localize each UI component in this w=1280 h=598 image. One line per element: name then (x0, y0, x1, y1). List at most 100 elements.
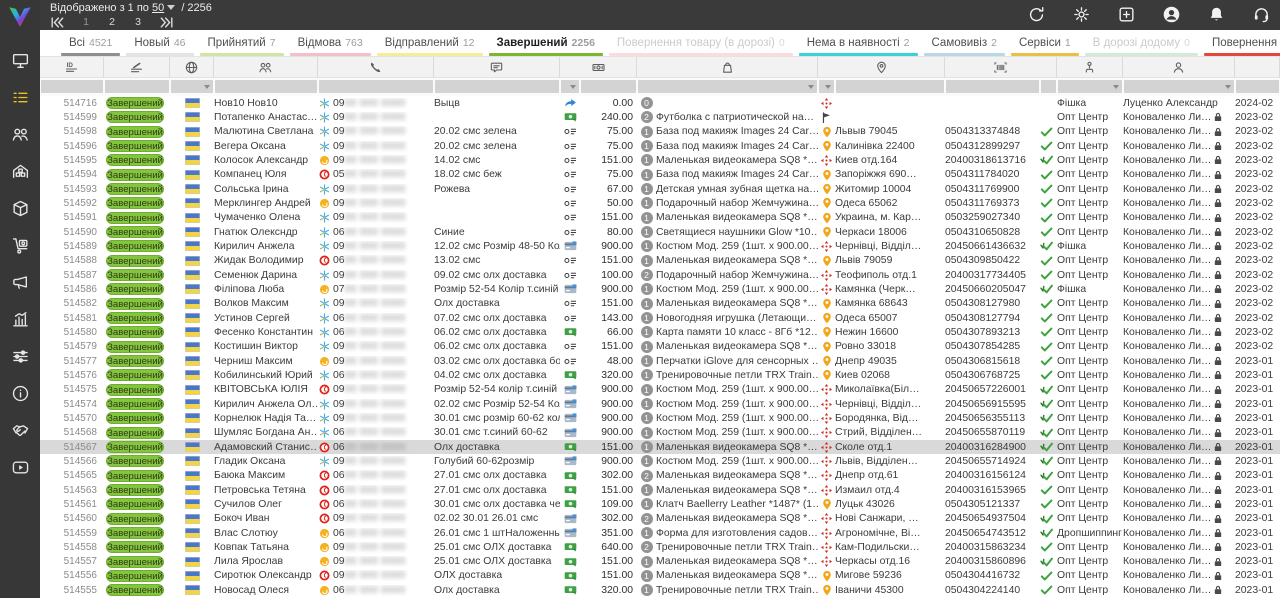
tab-1[interactable]: Новый46 (123, 30, 196, 56)
filter-input-0[interactable] (41, 80, 103, 93)
tab-9[interactable]: Сервіси1 (1008, 30, 1082, 56)
table-row[interactable]: 514567ЗавершенийАдамовский Станис…0600 0… (40, 440, 1280, 454)
pin-icon[interactable] (818, 57, 945, 77)
filter-dropdown-icon[interactable] (1113, 85, 1119, 89)
app-logo-icon[interactable] (7, 5, 33, 34)
table-row[interactable]: 514582ЗавершенийВолков Максим0900 000 00… (40, 297, 1280, 311)
tab-4[interactable]: Відправлений12 (374, 30, 486, 56)
filter-input-6[interactable] (561, 80, 579, 93)
notifications-icon[interactable] (1205, 3, 1227, 25)
table-row[interactable]: 514592ЗавершенийМерклингер Андрей0900 00… (40, 196, 1280, 210)
filter-input-14[interactable] (1124, 80, 1234, 93)
last-page-button[interactable] (160, 17, 174, 28)
table-row[interactable]: 514556ЗавершенийСиротюк Олександр0900 00… (40, 569, 1280, 583)
table-row[interactable]: 514570ЗавершенийКорнелюк Надія Та…0900 0… (40, 411, 1280, 425)
table-row[interactable]: 514561ЗавершенийСучилов Олег0600 000 000… (40, 497, 1280, 511)
barcode-icon[interactable] (945, 57, 1057, 77)
marketing-icon[interactable] (10, 272, 30, 292)
tab-3[interactable]: Відмова763 (287, 30, 374, 56)
table-row[interactable]: 514563ЗавершенийПетровська Тетяна0600 00… (40, 483, 1280, 497)
table-row[interactable]: 514596ЗавершенийВегера Оксана0900 000 00… (40, 139, 1280, 153)
partners-icon[interactable] (10, 420, 30, 440)
table-row[interactable]: 514588ЗавершенийЖидак Володимир0600 000 … (40, 254, 1280, 268)
tab-0[interactable]: Всі4521 (58, 30, 123, 56)
tree-icon[interactable] (1057, 57, 1123, 77)
page-size-select[interactable]: 50 (152, 2, 164, 14)
tab-11[interactable]: Повернення (завершений)125 (1201, 30, 1280, 56)
bag-icon[interactable] (637, 57, 818, 77)
filter-input-12[interactable] (1041, 80, 1056, 93)
table-row[interactable]: 514589ЗавершенийКирилич Анжела0900 000 0… (40, 239, 1280, 253)
table-row[interactable]: 514565ЗавершенийБаюка Максим0600 000 000… (40, 469, 1280, 483)
table-row[interactable]: 514577ЗавершенийЧерниш Максим0900 000 00… (40, 354, 1280, 368)
tab-6[interactable]: Повернення товару (в дорозі)0 (606, 30, 796, 56)
table-row[interactable]: 514587ЗавершенийСеменюк Дарина0900 000 0… (40, 268, 1280, 282)
globe-icon[interactable] (170, 57, 214, 77)
warehouse-icon[interactable] (10, 161, 30, 181)
filter-dropdown-icon[interactable] (570, 85, 576, 89)
table-row[interactable]: 514581ЗавершенийУстинов Сергей0600 000 0… (40, 311, 1280, 325)
add-order-icon[interactable] (1115, 3, 1137, 25)
id-icon[interactable]: ID (40, 57, 104, 77)
profile-icon[interactable] (1160, 3, 1182, 25)
table-row[interactable]: 514558ЗавершенийКовпак Татьяна0900 000 0… (40, 540, 1280, 554)
filter-input-1[interactable] (105, 80, 169, 93)
tab-10[interactable]: В дорозі додому0 (1082, 30, 1201, 56)
phone-icon[interactable] (318, 57, 434, 77)
page-1-button[interactable]: 1 (82, 16, 90, 28)
table-row[interactable]: 514594ЗавершенийКомпанец Юля0500 000 000… (40, 168, 1280, 182)
purchases-icon[interactable] (10, 235, 30, 255)
table-row[interactable]: 514591ЗавершенийЧумаченко Олена0900 000 … (40, 211, 1280, 225)
filter-input-7[interactable] (581, 80, 636, 93)
page-2-button[interactable]: 2 (108, 16, 116, 28)
first-page-button[interactable] (50, 17, 64, 28)
money-icon[interactable] (560, 57, 637, 77)
info-icon[interactable] (10, 383, 30, 403)
tab-8[interactable]: Самовивіз2 (921, 30, 1008, 56)
table-row[interactable]: 514555ЗавершенийНовосад Олеся0600 000 00… (40, 583, 1280, 597)
table-row[interactable]: 514575ЗавершенийКВІТОВСЬКА ЮЛІЯ0900 000 … (40, 383, 1280, 397)
settings-icon[interactable] (1070, 3, 1092, 25)
products-icon[interactable] (10, 198, 30, 218)
filter-dropdown-icon[interactable] (808, 85, 814, 89)
filter-input-13[interactable] (1058, 80, 1122, 93)
page-3-button[interactable]: 3 (134, 16, 142, 28)
table-row[interactable]: 514557ЗавершенийЛила Ярослав0900 000 000… (40, 555, 1280, 569)
table-row[interactable]: 514586ЗавершенийФіліпова Люба0700 000 00… (40, 282, 1280, 296)
table-row[interactable]: 514579ЗавершенийКостишин Виктор0900 000 … (40, 340, 1280, 354)
video-icon[interactable] (10, 457, 30, 477)
filter-input-5[interactable] (435, 80, 559, 93)
table-row[interactable]: 514566ЗавершенийГладик Оксана0900 000 00… (40, 454, 1280, 468)
statistics-icon[interactable] (10, 309, 30, 329)
filter-input-9[interactable] (819, 80, 834, 93)
table-row[interactable]: 514599ЗавершенийПотапенко Анастас…0900 0… (40, 110, 1280, 124)
filter-input-8[interactable] (638, 80, 817, 93)
filter-input-10[interactable] (836, 80, 944, 93)
status-icon[interactable] (104, 57, 170, 77)
filter-dropdown-icon[interactable] (825, 85, 831, 89)
clients-icon[interactable] (10, 124, 30, 144)
support-icon[interactable] (1250, 3, 1272, 25)
filter-input-2[interactable] (171, 80, 213, 93)
table-row[interactable]: 514580ЗавершенийФесенко Константин0600 0… (40, 325, 1280, 339)
table-row[interactable]: 514590ЗавершенийГнатюк Олексндр0600 000 … (40, 225, 1280, 239)
table-row[interactable]: 514593ЗавершенийСольська Ірина0900 000 0… (40, 182, 1280, 196)
refresh-icon[interactable] (1025, 3, 1047, 25)
monitor-icon[interactable] (10, 50, 30, 70)
date-column-header[interactable] (1235, 57, 1280, 77)
filter-dropdown-icon[interactable] (1225, 85, 1231, 89)
table-row[interactable]: 514598ЗавершенийМалютина Светлана0900 00… (40, 125, 1280, 139)
sliders-icon[interactable] (10, 346, 30, 366)
tab-7[interactable]: Нема в наявності2 (796, 30, 921, 56)
tab-2[interactable]: Прийнятий7 (197, 30, 287, 56)
table-row[interactable]: 514576ЗавершенийКобилинський Юрий0600 00… (40, 368, 1280, 382)
table-row[interactable]: 514595ЗавершенийКолосок Александр0900 00… (40, 153, 1280, 167)
filter-dropdown-icon[interactable] (204, 85, 210, 89)
table-row[interactable]: 514568ЗавершенийШумляс Богдана Ан…0600 0… (40, 426, 1280, 440)
clients-icon[interactable] (214, 57, 318, 77)
table-row[interactable]: 514560ЗавершенийБокоч Иван0900 000 00000… (40, 512, 1280, 526)
tab-5[interactable]: Завершений2256 (486, 30, 606, 56)
filter-input-11[interactable] (946, 80, 1039, 93)
comment-icon[interactable] (434, 57, 560, 77)
filter-input-3[interactable] (215, 80, 317, 93)
